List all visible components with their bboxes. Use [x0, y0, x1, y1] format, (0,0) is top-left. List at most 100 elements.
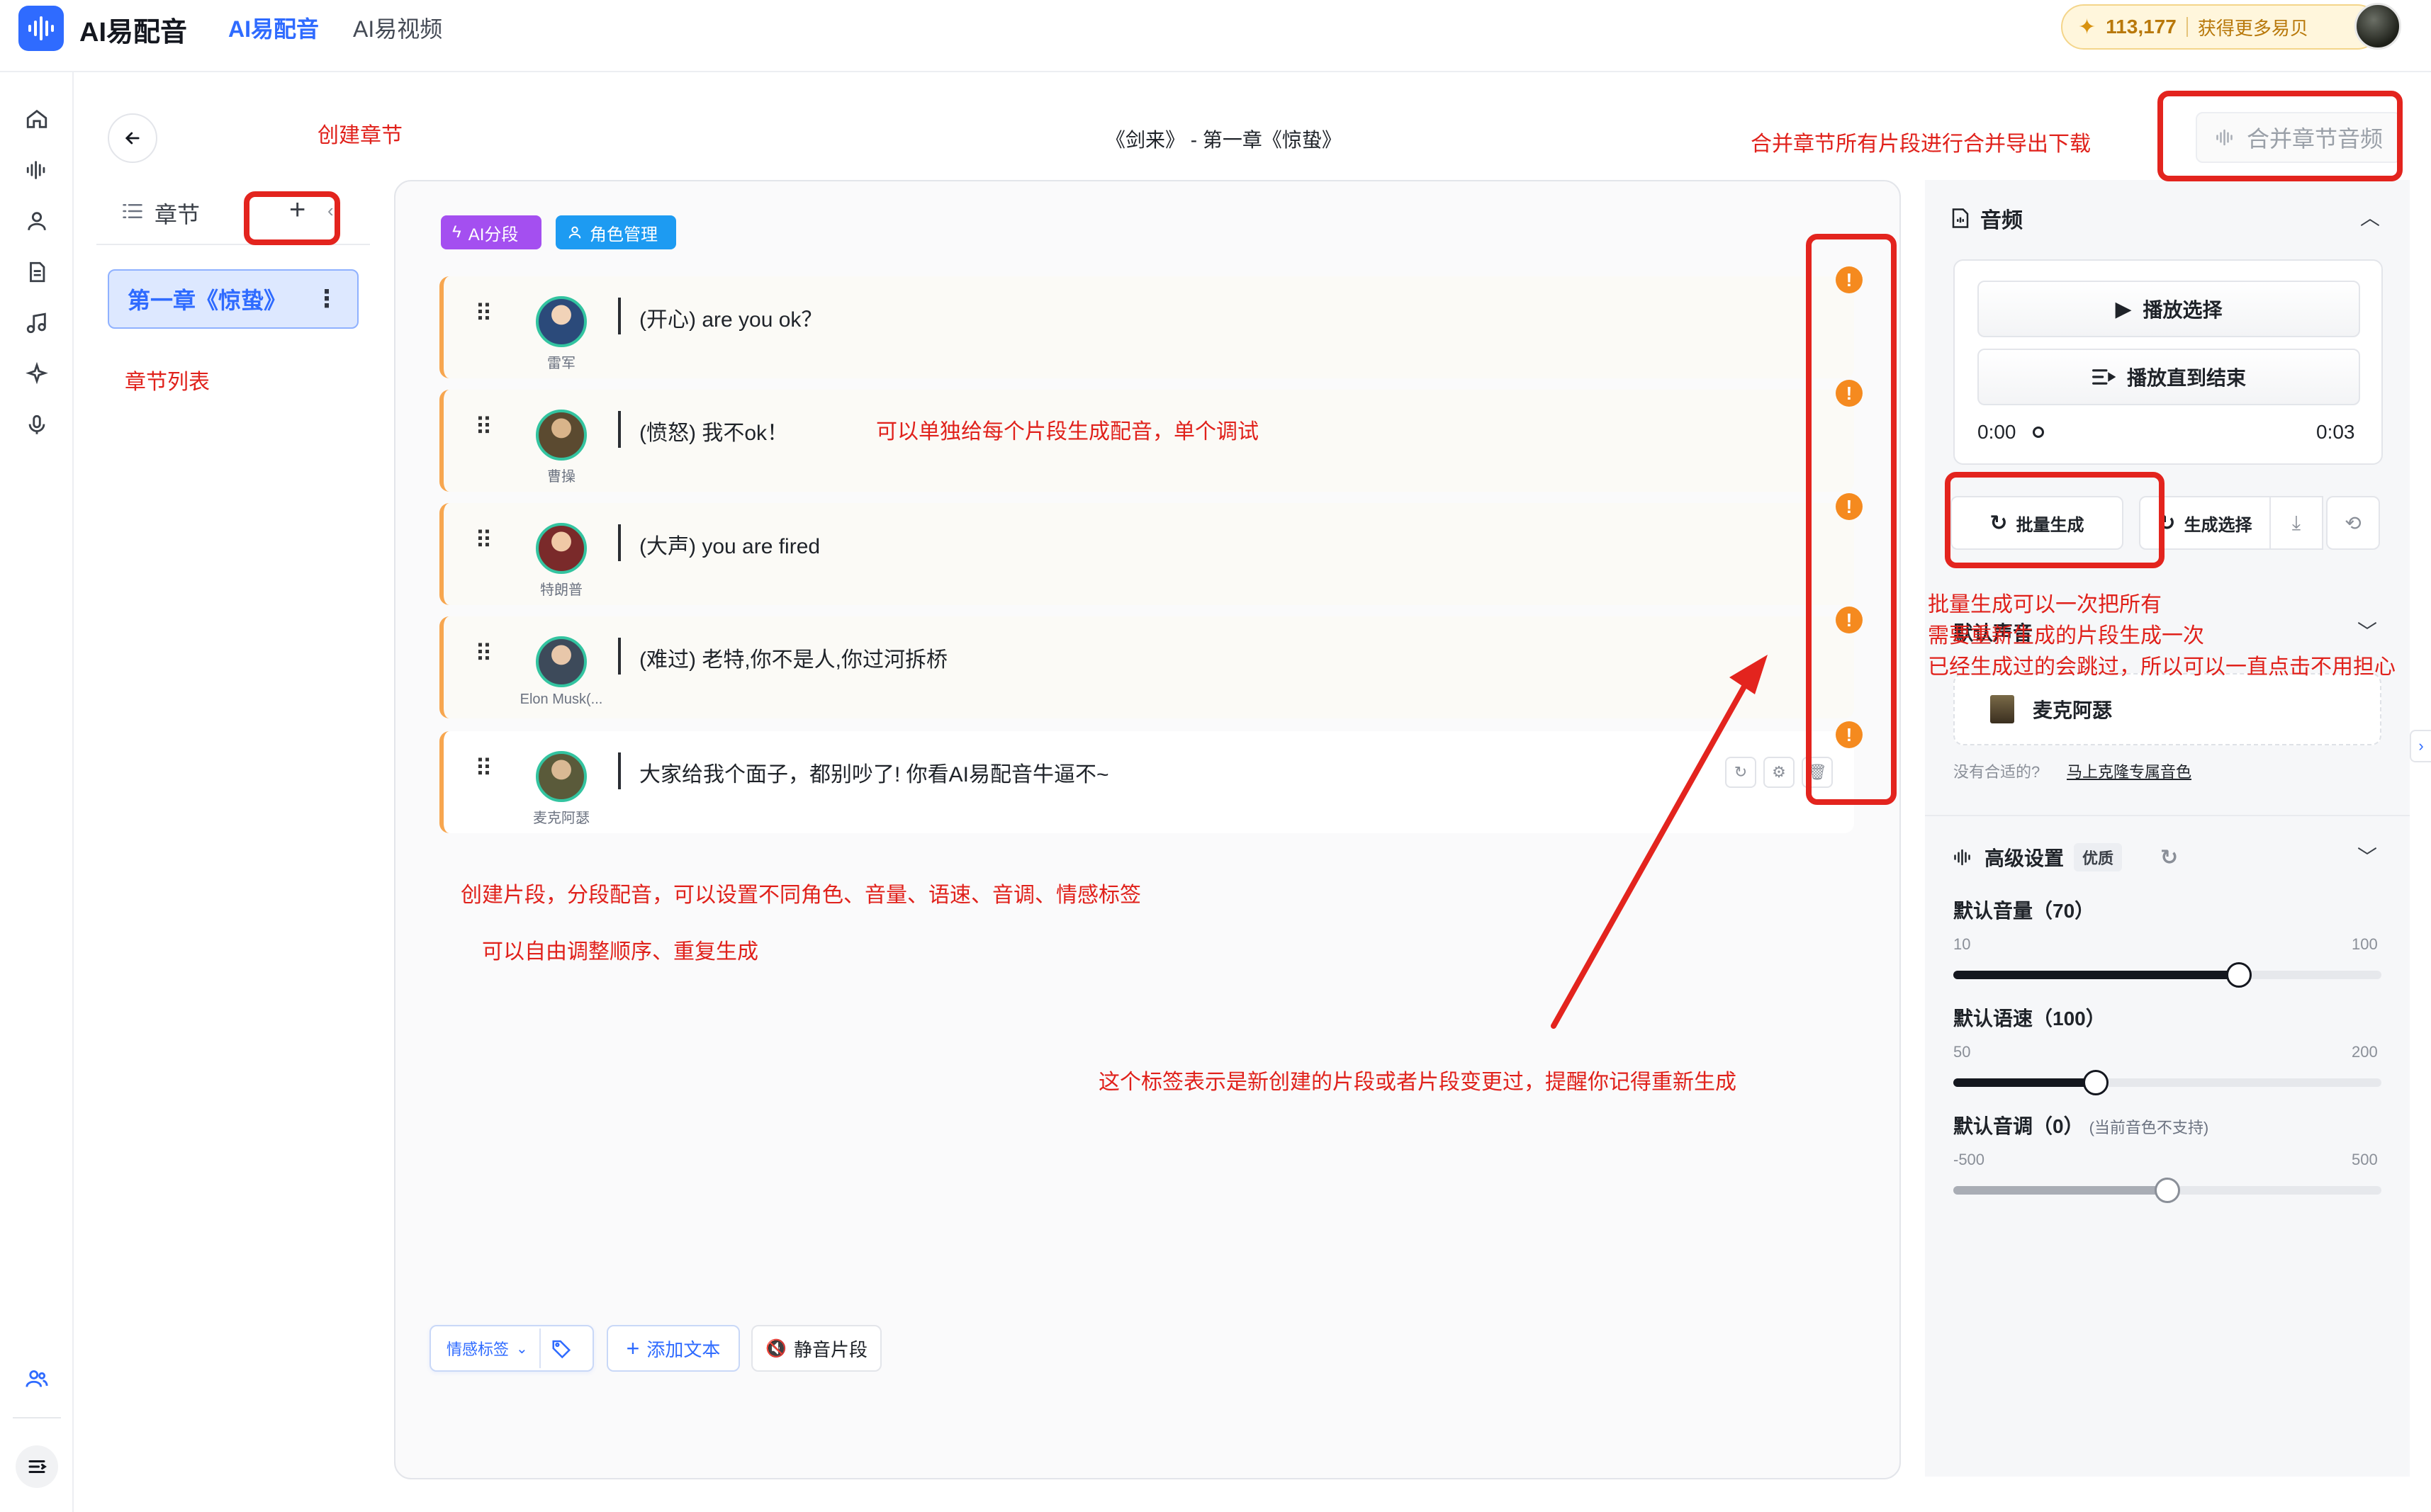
team-icon[interactable]	[16, 1358, 58, 1400]
segment-row[interactable]: ⠿ 特朗普 (大声) you are fired	[439, 503, 1854, 605]
segment-text[interactable]: 大家给我个面子，都别吵了! 你看AI易配音牛逼不~	[639, 757, 1109, 788]
speed-min: 50	[1953, 1043, 1971, 1061]
chevron-right-icon[interactable]: ›	[2410, 730, 2431, 762]
chapter-header-label: 章节	[155, 202, 201, 227]
audio-file-icon	[1952, 208, 1969, 228]
progress-handle[interactable]	[2033, 427, 2044, 438]
slider-fill	[1953, 1186, 2167, 1195]
volume-slider[interactable]	[1953, 962, 2381, 988]
sparkle-icon[interactable]	[16, 353, 58, 395]
highlight-box-batch	[1945, 472, 2165, 568]
slider-fill	[1953, 971, 2239, 979]
app-logo-icon[interactable]	[18, 6, 64, 51]
speaker-avatar[interactable]	[536, 636, 587, 687]
nav-tab-video[interactable]: AI易视频	[353, 11, 442, 44]
chevron-up-icon[interactable]: ︿	[2360, 203, 2380, 231]
list-icon	[122, 201, 143, 225]
emotion-tag-dropdown[interactable]: 情感标签 ⌄	[430, 1325, 594, 1372]
more-vertical-icon[interactable]: ⋮	[315, 285, 339, 313]
annotation-chapter-list: 章节列表	[125, 371, 210, 394]
advanced-divider	[1925, 815, 2410, 816]
coin-count: 113,177	[2106, 16, 2177, 38]
highlight-box-merge	[2157, 91, 2403, 181]
regenerate-icon[interactable]: ↻	[1725, 757, 1756, 788]
chapter-item-active[interactable]: 第一章《惊蛰》 ⋮	[108, 269, 359, 329]
drag-handle-icon[interactable]: ⠿	[475, 529, 494, 553]
segment-text[interactable]: (愤怒) 我不ok！	[639, 415, 788, 446]
segment-row[interactable]: ⠿ 麦克阿瑟 大家给我个面子，都别吵了! 你看AI易配音牛逼不~ ↻ ⚙ 🗑	[439, 731, 1854, 833]
annotation-create-segment: 创建片段，分段配音，可以设置不同角色、音量、语速、音调、情感标签	[461, 884, 1141, 907]
get-more-coins-link[interactable]: 获得更多易贝	[2198, 14, 2308, 40]
annotation-batch-3: 已经生成过的会跳过，所以可以一直点击不用担心	[1928, 655, 2396, 679]
pitch-max: 500	[2352, 1151, 2378, 1168]
speaker-name: 麦克阿瑟	[533, 811, 590, 826]
ai-segment-label: AI分段	[468, 225, 519, 244]
sparkle-icon: ✦	[2078, 15, 2096, 39]
pitch-min: -500	[1953, 1151, 1985, 1168]
plus-icon: +	[626, 1335, 640, 1361]
history-icon[interactable]: ⟲	[2326, 496, 2380, 550]
chevron-down-icon[interactable]: ﹀	[2357, 842, 2377, 870]
home-icon[interactable]	[16, 98, 58, 140]
volume-max: 100	[2352, 935, 2378, 953]
segment-row[interactable]: ⠿ 雷军 (开心) are you ok？	[439, 276, 1854, 378]
speaker-avatar[interactable]	[536, 523, 587, 574]
pitch-slider[interactable]	[1953, 1178, 2381, 1203]
text-cursor-bar	[618, 524, 621, 561]
menu-icon[interactable]	[16, 1445, 58, 1488]
highlight-box-add-chapter	[244, 191, 340, 245]
text-cursor-bar	[618, 411, 621, 448]
speaker-avatar[interactable]	[536, 410, 587, 461]
speaker-avatar[interactable]	[536, 296, 587, 347]
waveform-icon	[1954, 849, 1970, 866]
segment-row[interactable]: ⠿ Elon Musk(... (难过) 老特,你不是人,你过河拆桥	[439, 616, 1854, 718]
annotation-reorder: 可以自由调整顺序、重复生成	[482, 940, 758, 964]
emotion-tag-label: 情感标签	[447, 1341, 510, 1358]
slider-knob[interactable]	[2155, 1178, 2180, 1203]
time-total: 0:03	[2316, 421, 2355, 443]
audio-section-header[interactable]: 音频	[1950, 203, 2023, 234]
time-current: 0:00	[1977, 421, 2016, 443]
advanced-settings-header[interactable]: 高级设置 优质 ↻	[1953, 843, 2178, 871]
pitch-label: 默认音调（0） (当前音色不支持)	[1953, 1115, 2209, 1137]
play-to-end-button[interactable]: 播放直到结束	[1977, 349, 2360, 405]
mute-segment-button[interactable]: 🔇 静音片段	[751, 1325, 882, 1372]
rail-divider	[13, 1417, 61, 1418]
drag-handle-icon[interactable]: ⠿	[475, 415, 494, 439]
clone-voice-link[interactable]: 马上克隆专属音色	[2067, 760, 2191, 782]
play-icon: ▶	[2115, 297, 2132, 321]
segment-text[interactable]: (开心) are you ok？	[639, 302, 822, 333]
waveform-icon[interactable]	[16, 149, 58, 191]
voice-avatar	[1990, 695, 2014, 723]
tag-icon[interactable]	[539, 1328, 582, 1368]
role-manage-button[interactable]: 角色管理	[556, 215, 676, 249]
chevron-down-icon[interactable]: ﹀	[2357, 616, 2377, 645]
nav-tab-dubbing[interactable]: AI易配音	[228, 11, 319, 44]
document-icon[interactable]	[16, 251, 58, 293]
annotation-create-chapter: 创建章节	[318, 124, 403, 147]
user-icon[interactable]	[16, 200, 58, 242]
drag-handle-icon[interactable]: ⠿	[475, 642, 494, 666]
user-avatar[interactable]	[2354, 3, 2401, 50]
drag-handle-icon[interactable]: ⠿	[475, 302, 494, 326]
slider-knob[interactable]	[2225, 962, 2252, 988]
download-icon[interactable]: ⤓	[2269, 496, 2323, 550]
music-icon[interactable]	[16, 302, 58, 344]
speed-slider[interactable]	[1953, 1070, 2381, 1095]
refresh-icon[interactable]: ↻	[2160, 845, 2178, 870]
settings-icon[interactable]: ⚙	[1763, 757, 1795, 788]
speaker-avatar[interactable]	[536, 751, 587, 802]
segment-text[interactable]: (难过) 老特,你不是人,你过河拆桥	[639, 642, 948, 673]
add-text-button[interactable]: + 添加文本	[607, 1325, 740, 1372]
back-button[interactable]	[108, 113, 157, 163]
coin-balance[interactable]: ✦ 113,177 获得更多易贝	[2061, 4, 2380, 50]
role-manage-label: 角色管理	[590, 225, 658, 244]
ai-segment-button[interactable]: ϟ AI分段	[441, 215, 541, 249]
play-selection-button[interactable]: ▶ 播放选择	[1977, 281, 2360, 337]
page-title: 《剑来》 - 第一章《惊蛰》	[1106, 129, 1342, 151]
volume-min: 10	[1953, 935, 1971, 953]
segment-text[interactable]: (大声) you are fired	[639, 529, 820, 560]
default-voice-card[interactable]: 麦克阿瑟	[1953, 673, 2381, 745]
drag-handle-icon[interactable]: ⠿	[475, 757, 494, 781]
mic-icon[interactable]	[16, 404, 58, 446]
